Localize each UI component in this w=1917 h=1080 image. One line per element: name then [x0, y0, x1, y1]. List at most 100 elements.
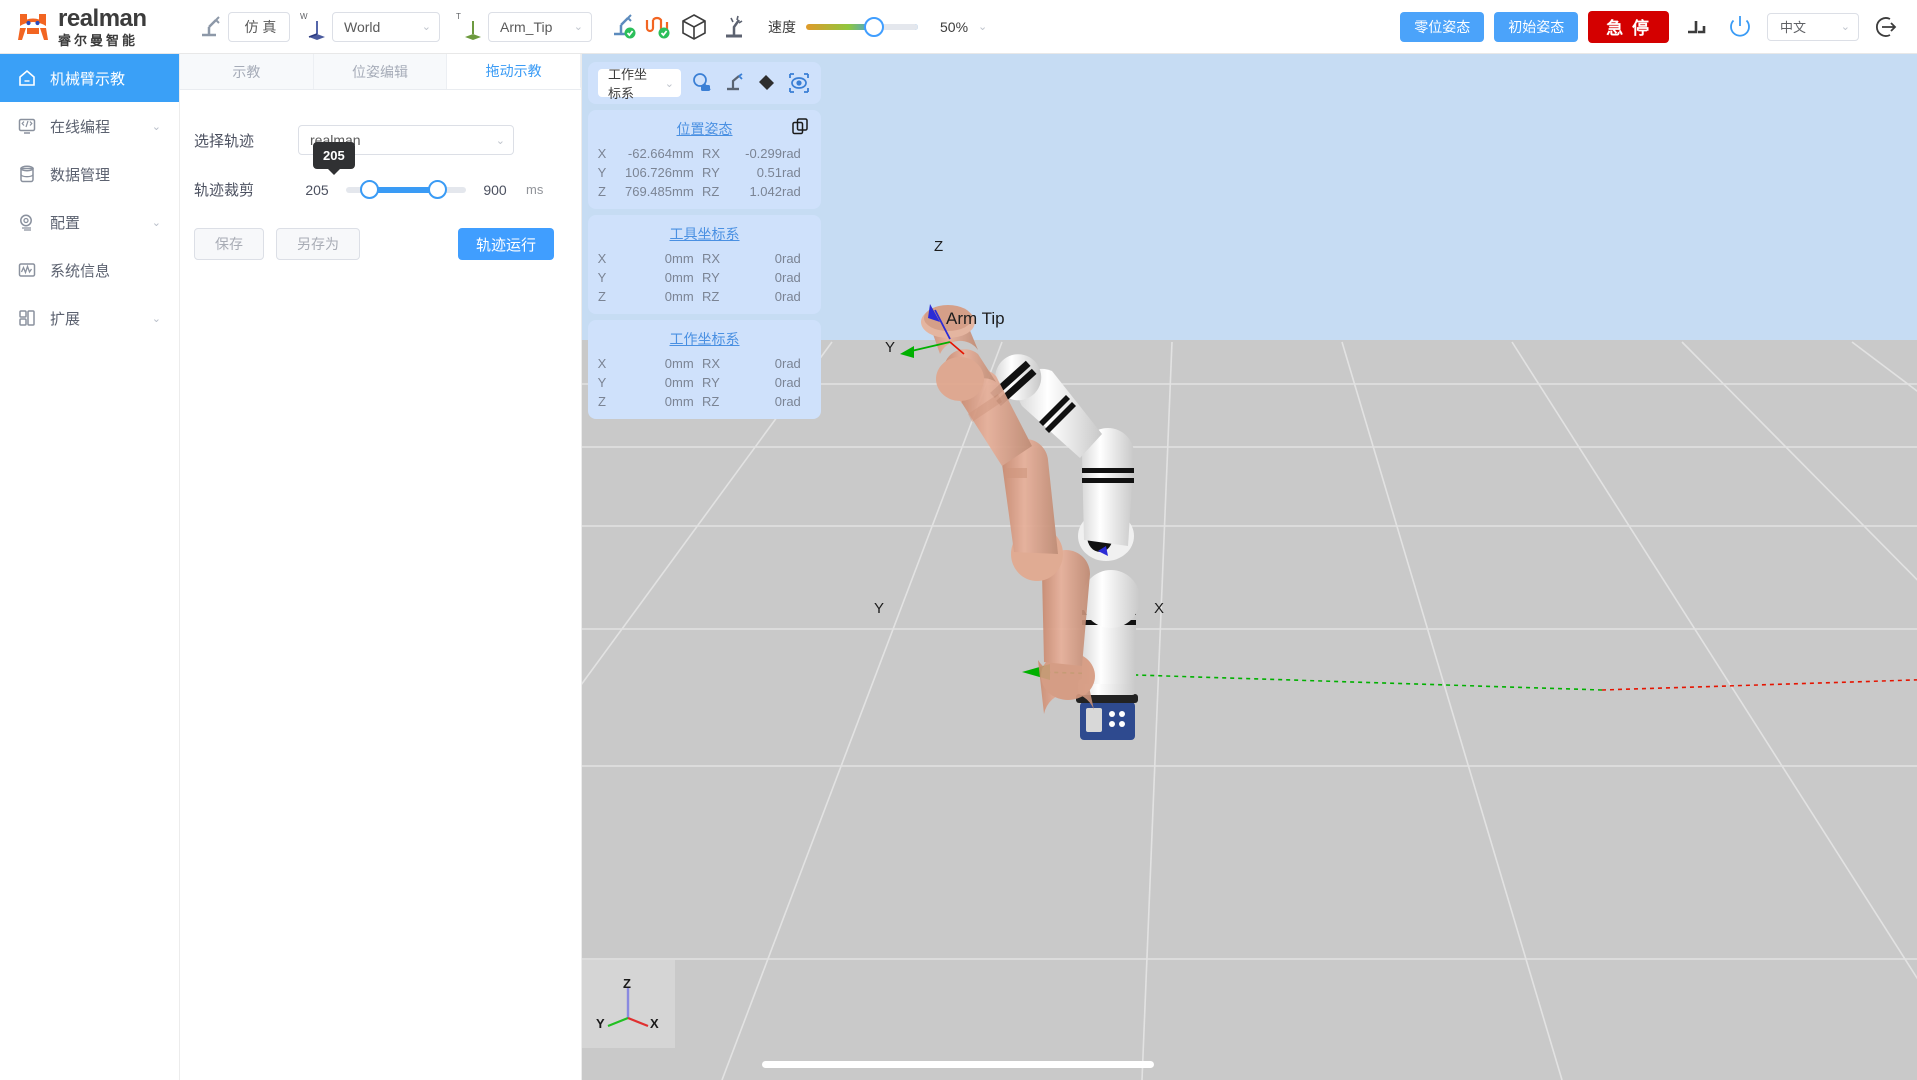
axis-unit: mm	[672, 146, 694, 161]
tcp-axis-z-label: Z	[934, 238, 944, 255]
emergency-stop-button[interactable]: 急 停	[1588, 10, 1669, 43]
world-axis-x-label: X	[1154, 600, 1165, 617]
simulation-button[interactable]: 仿 真	[228, 11, 290, 42]
gizmo-z-label: Z	[623, 976, 631, 991]
tcp-axis-y-label: Y	[885, 339, 896, 356]
run-trajectory-button[interactable]: 轨迹运行	[458, 228, 555, 260]
trim-min-value: 205	[305, 181, 329, 198]
orientation-gizmo[interactable]: Z Y X	[582, 960, 675, 1048]
tool-frame-select[interactable]: Arm_Tip ⌄	[488, 11, 592, 42]
rot-unit: rad	[782, 289, 801, 304]
sidebar-item-label: 配置	[50, 214, 81, 232]
card-title[interactable]: 工作坐标系	[588, 326, 821, 354]
bounding-box-icon[interactable]	[674, 12, 714, 42]
panel-tabs: 示教 位姿编辑 拖动示教	[180, 54, 582, 90]
viewport-horizontal-scrollbar[interactable]	[762, 1061, 1154, 1068]
axis-unit: mm	[672, 356, 694, 371]
chevron-down-icon: ⌄	[978, 21, 988, 33]
sidebar-item-online-programming[interactable]: 在线编程 ⌄	[0, 102, 179, 150]
waveform-icon	[16, 259, 38, 281]
rot-unit: rad	[782, 165, 801, 180]
table-row: Z 769.485 mm RZ 1.042 rad	[588, 182, 821, 201]
copy-icon[interactable]	[792, 118, 809, 140]
tool-frame-value: Arm_Tip	[500, 18, 553, 35]
hud-toolbar: 工作坐标系 ⌄	[588, 62, 821, 104]
eraser-icon[interactable]	[755, 71, 777, 95]
chevron-down-icon: ⌄	[1840, 21, 1850, 33]
brand-name-en: realman	[58, 4, 147, 32]
realman-logo-icon	[16, 10, 50, 44]
logout-icon[interactable]	[1869, 12, 1903, 42]
joint-limit-icon[interactable]	[1679, 12, 1713, 42]
gear-icon	[16, 211, 38, 233]
axis-label: Y	[597, 270, 607, 285]
rot-value: -0.299	[745, 146, 782, 161]
rot-value: 0.51	[756, 165, 782, 180]
rot-unit: rad	[782, 375, 801, 390]
tab-drag-teach[interactable]: 拖动示教	[447, 54, 582, 89]
power-icon[interactable]	[1723, 12, 1757, 42]
trim-range-slider[interactable]	[346, 179, 466, 200]
cable-link-icon[interactable]	[640, 12, 674, 42]
axis-unit: mm	[672, 289, 694, 304]
axis-value: 0	[664, 289, 672, 304]
sidebar-item-system-info[interactable]: 系统信息	[0, 246, 179, 294]
rot-value: 0	[774, 251, 782, 266]
sidebar-item-label: 机械臂示教	[50, 70, 126, 88]
trim-slider-handle-max[interactable]	[428, 179, 447, 199]
sidebar-item-configuration[interactable]: 配置 ⌄	[0, 198, 179, 246]
teach-robot-icon[interactable]	[723, 71, 745, 95]
inspect-point-icon[interactable]	[691, 71, 713, 95]
trim-label: 轨迹裁剪	[194, 182, 255, 199]
rot-label: RX	[702, 251, 721, 266]
table-row: Y 0 mm RY 0 rad	[588, 268, 821, 287]
visibility-eye-icon[interactable]	[787, 71, 811, 95]
teach-pendant-icon[interactable]	[606, 12, 640, 42]
axis-label: X	[597, 356, 607, 371]
rot-label: RZ	[702, 184, 720, 199]
pose-card-tool-frame: 工具坐标系 X 0 mm RX 0 rad Y 0 mm RY 0 rad Z …	[588, 215, 821, 314]
chevron-down-icon: ⌄	[664, 77, 674, 90]
save-button[interactable]: 保存	[194, 228, 264, 260]
tab-teach[interactable]: 示教	[180, 54, 314, 89]
world-frame-value: World	[344, 18, 381, 35]
table-row: X 0 mm RX 0 rad	[588, 249, 821, 268]
drag-teach-icon[interactable]	[714, 12, 754, 42]
zoom-level-select[interactable]: 50% ⌄	[940, 19, 987, 35]
world-frame-select[interactable]: World ⌄	[332, 11, 440, 42]
application-root: realman 睿尔曼智能 仿 真 W World ⌄ T Arm_Tip ⌄ …	[0, 0, 1917, 1080]
pose-card-work-frame: 工作坐标系 X 0 mm RX 0 rad Y 0 mm RY 0 rad Z …	[588, 320, 821, 419]
table-row: Z 0 mm RZ 0 rad	[588, 287, 821, 306]
sidebar-item-extensions[interactable]: 扩展 ⌄	[0, 294, 179, 342]
table-row: X 0 mm RX 0 rad	[588, 354, 821, 373]
sidebar-item-data-management[interactable]: 数据管理	[0, 150, 179, 198]
speed-slider-knob[interactable]	[864, 16, 885, 37]
frame-select[interactable]: 工作坐标系 ⌄	[598, 67, 681, 101]
init-pose-button[interactable]: 初始姿态	[1494, 11, 1579, 42]
card-title[interactable]: 位置姿态	[588, 116, 821, 144]
sidebar-item-label: 扩展	[50, 310, 81, 328]
axis-label: X	[597, 251, 607, 266]
speed-slider[interactable]	[806, 16, 918, 37]
card-title[interactable]: 工具坐标系	[588, 221, 821, 249]
trim-slider-handle-min[interactable]	[360, 179, 379, 199]
axis-unit: mm	[672, 165, 694, 180]
viewport-3d[interactable]: Z Y Arm Tip Y X 工作坐标系 ⌄ 位置姿态 X -62.664 m…	[582, 54, 1917, 1080]
chevron-down-icon: ⌄	[421, 21, 431, 33]
trim-slider-tooltip: 205	[313, 142, 355, 175]
rot-label: RY	[702, 270, 720, 285]
brand-name-cn: 睿尔曼智能	[58, 32, 139, 48]
sidebar-item-robot-teaching[interactable]: 机械臂示教	[0, 54, 179, 102]
robot-arm-icon[interactable]	[192, 12, 226, 42]
save-as-button[interactable]: 另存为	[276, 228, 360, 260]
chevron-down-icon: ⌄	[151, 120, 161, 133]
tab-pose-edit[interactable]: 位姿编辑	[313, 54, 448, 89]
rot-unit: rad	[782, 356, 801, 371]
home-icon	[16, 67, 38, 89]
brand-logo: realman 睿尔曼智能	[0, 4, 192, 48]
speed-label: 速度	[768, 18, 796, 35]
sidebar-item-label: 数据管理	[50, 166, 111, 184]
zero-pose-button[interactable]: 零位姿态	[1400, 11, 1485, 42]
language-select[interactable]: 中文 ⌄	[1767, 12, 1859, 41]
table-row: Y 0 mm RY 0 rad	[588, 373, 821, 392]
